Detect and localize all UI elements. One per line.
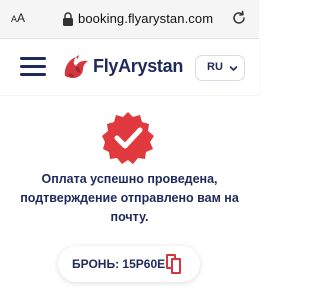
fox-logo-icon: [64, 55, 88, 78]
chevron-down-icon: [229, 66, 238, 71]
booking-reference-pill: БРОНЬ: 15Р60Е: [58, 246, 200, 282]
confirmation-panel: Оплата успешно проведена, подтверждение …: [0, 96, 259, 300]
site-header: FlyArystan RU: [0, 39, 259, 95]
menu-icon[interactable]: [20, 57, 46, 77]
success-message: Оплата успешно проведена, подтверждение …: [20, 172, 239, 224]
success-check-icon: [102, 112, 154, 164]
reload-icon[interactable]: [231, 10, 247, 26]
text-size-button[interactable]: AA: [11, 11, 25, 25]
browser-address-bar[interactable]: AA booking.flyarystan.com: [0, 0, 259, 39]
lock-icon: [63, 12, 73, 26]
url-text[interactable]: booking.flyarystan.com: [78, 11, 213, 26]
brand-name: FlyArystan: [93, 56, 184, 76]
copy-icon[interactable]: [164, 253, 184, 275]
language-select[interactable]: RU: [195, 55, 245, 81]
booking-reference: БРОНЬ: 15Р60Е: [72, 257, 166, 271]
language-label: RU: [207, 61, 223, 73]
